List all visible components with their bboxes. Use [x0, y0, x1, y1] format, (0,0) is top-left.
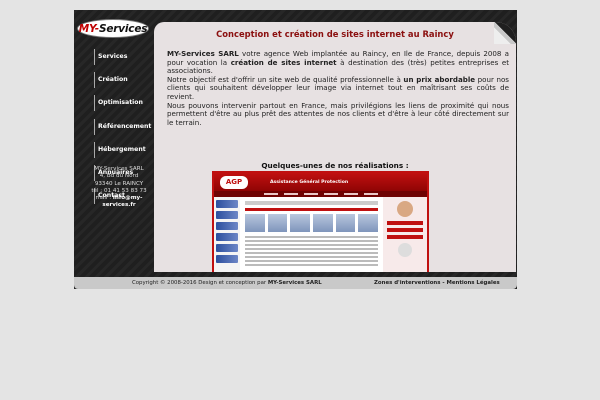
- site-frame: MY- Services Services Création Optimisati…: [74, 10, 517, 289]
- logo-part-my: MY-: [78, 22, 99, 35]
- address-mail-label: mail :: [95, 195, 113, 202]
- intro-text: MY-Services SARL votre agence Web implan…: [167, 49, 509, 127]
- preview-logo: AGP: [220, 175, 248, 189]
- address-mail-line: mail : info@my-services.fr: [80, 195, 158, 210]
- nav-item-hebergement[interactable]: Hébergement: [94, 141, 149, 158]
- portfolio-screenshot[interactable]: AGP Assistance Général Protection: [212, 171, 429, 272]
- footer-link-mentions[interactable]: Mentions Légales: [446, 280, 499, 286]
- page-title: Conception et création de sites internet…: [216, 29, 454, 39]
- preview-main: [240, 197, 383, 272]
- site-logo[interactable]: MY- Services: [77, 19, 149, 38]
- intro-paragraph-3: Nous pouvons intervenir partout en Franc…: [167, 100, 509, 127]
- nav-item-optimisation[interactable]: Optimisation: [94, 95, 149, 112]
- address-city: 93340 Le RAINCY: [94, 180, 144, 187]
- preview-sidebar: [214, 197, 240, 272]
- footer-link-zones[interactable]: Zones d'interventions: [374, 280, 440, 286]
- footer-copyright: Copyright © 2008-2016 Design et concepti…: [132, 277, 322, 289]
- footer: Copyright © 2008-2016 Design et concepti…: [74, 277, 517, 289]
- footer-copyright-text: Copyright © 2008-2016 Design et concepti…: [132, 280, 268, 286]
- address-company: MY-Services SARL: [94, 166, 144, 172]
- gallery-title: Quelques-unes de nos réalisations :: [261, 161, 409, 170]
- preview-header: AGP Assistance Général Protection: [214, 173, 427, 191]
- logo-part-services: Services: [98, 22, 148, 35]
- intro-paragraph-1: MY-Services SARL votre agence Web implan…: [167, 49, 509, 76]
- preview-body: [214, 197, 427, 272]
- nav-item-referencement[interactable]: Référencement: [94, 118, 151, 135]
- preview-brand: Assistance Général Protection: [270, 179, 349, 185]
- intro-p1-bold: création de sites internet: [230, 57, 337, 67]
- address-street: 4, Bd du Nord: [99, 173, 139, 180]
- content-panel: Conception et création de sites internet…: [154, 22, 516, 272]
- footer-copyright-company: MY-Services SARL: [267, 280, 322, 286]
- nav-item-creation[interactable]: Création: [94, 72, 149, 89]
- intro-paragraph-2: Notre objectif est d'offrir un site web …: [167, 75, 509, 102]
- footer-links: Zones d'interventions - Mentions Légales: [374, 277, 500, 289]
- preview-contact-panel: [383, 197, 427, 272]
- company-address: MY-Services SARL 4, Bd du Nord 93340 Le …: [80, 166, 158, 210]
- preview-avatar: [397, 201, 413, 217]
- address-phone: tél : 01 41 53 83 73: [91, 187, 147, 194]
- nav-item-services[interactable]: Services: [94, 49, 149, 65]
